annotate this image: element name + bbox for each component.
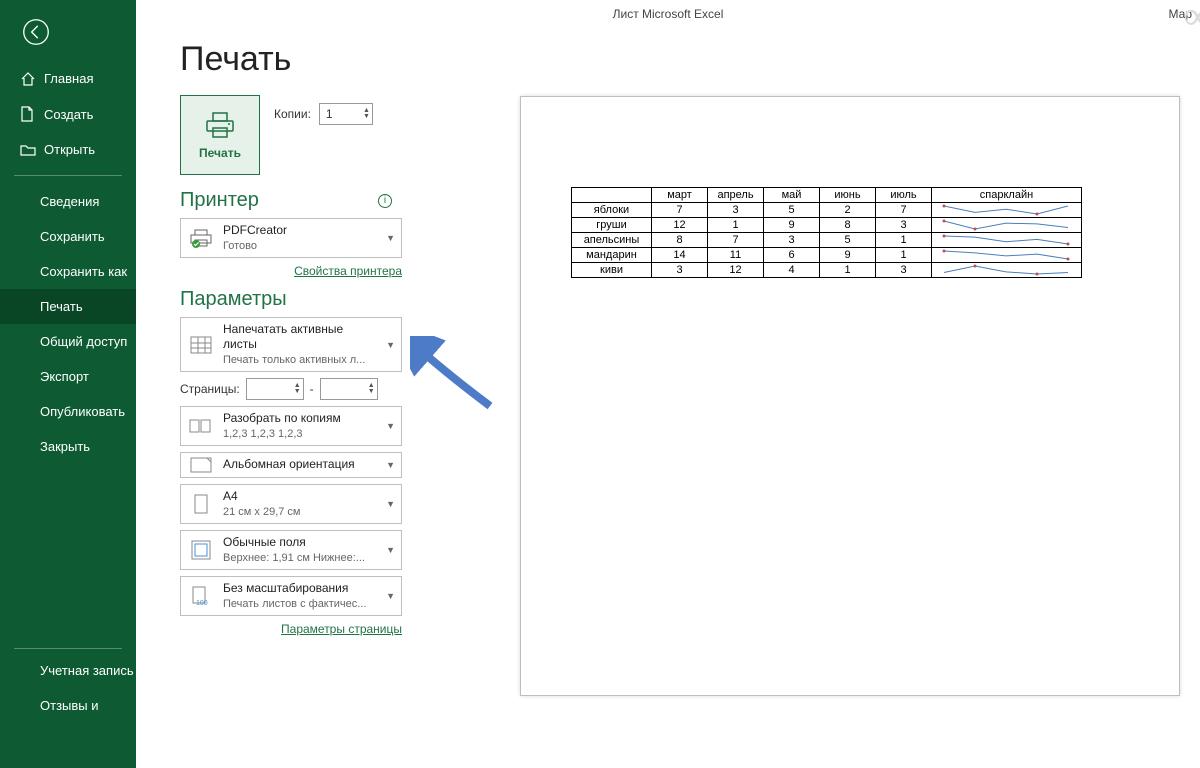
margins-icon: [187, 540, 215, 560]
margins-dropdown[interactable]: Обычные поля Верхнее: 1,91 см Нижнее:...…: [180, 530, 402, 570]
home-icon: [20, 72, 36, 86]
spinner-icon[interactable]: ▲▼: [294, 383, 301, 395]
pages-from-input[interactable]: ▲▼: [246, 378, 304, 400]
preview-table: мартапрельмайиюньиюльспарклайн яблоки735…: [571, 187, 1082, 278]
spinner-icon[interactable]: ▲▼: [368, 383, 375, 395]
sidebar-item[interactable]: Сохранить как: [0, 254, 136, 289]
chevron-down-icon: ▼: [386, 340, 395, 350]
annotation-arrow: [410, 336, 500, 421]
back-button[interactable]: [0, 0, 136, 61]
sidebar-item[interactable]: Сведения: [0, 184, 136, 219]
print-button[interactable]: Печать: [180, 95, 260, 175]
scaling-icon: 100: [187, 586, 215, 606]
pages-to-input[interactable]: ▲▼: [320, 378, 378, 400]
printer-dropdown[interactable]: PDFCreator Готово ▼: [180, 218, 402, 258]
back-arrow-icon: [22, 18, 50, 46]
doc-icon: [20, 106, 36, 122]
printer-icon: [203, 110, 237, 140]
backstage-sidebar: ГлавнаяСоздатьОткрыть СведенияСохранитьС…: [0, 0, 136, 768]
chevron-down-icon: ▼: [386, 499, 395, 509]
sheets-icon: [187, 335, 215, 355]
chevron-down-icon: ▼: [386, 421, 395, 431]
pages-label: Страницы:: [180, 382, 240, 396]
sidebar-item[interactable]: Учетная запись: [0, 653, 136, 688]
sidebar-separator: [14, 648, 122, 649]
page-setup-link[interactable]: Параметры страницы: [281, 622, 402, 636]
sidebar-item[interactable]: Закрыть: [0, 429, 136, 464]
sidebar-item-doc[interactable]: Создать: [0, 96, 136, 132]
folder-icon: [20, 144, 36, 156]
print-preview: мартапрельмайиюньиюльспарклайн яблоки735…: [520, 96, 1180, 696]
page-title: Печать: [136, 0, 1200, 95]
print-button-label: Печать: [199, 146, 241, 160]
copies-input[interactable]: 1 ▲▼: [319, 103, 373, 125]
sidebar-item-home[interactable]: Главная: [0, 61, 136, 96]
printer-section-title: Принтер i: [180, 189, 416, 212]
scaling-dropdown[interactable]: 100 Без масштабирования Печать листов с …: [180, 576, 402, 616]
chevron-down-icon: ▼: [386, 460, 395, 470]
collate-icon: [187, 418, 215, 434]
chevron-down-icon: ▼: [386, 545, 395, 555]
collate-dropdown[interactable]: Разобрать по копиям 1,2,3 1,2,3 1,2,3 ▼: [180, 406, 402, 446]
page-icon: [187, 494, 215, 514]
print-scope-dropdown[interactable]: Напечатать активные листы Печать только …: [180, 317, 402, 372]
sidebar-item[interactable]: Отзывы и: [0, 688, 136, 723]
sidebar-item[interactable]: Печать: [0, 289, 136, 324]
sidebar-separator: [14, 175, 122, 176]
sidebar-item[interactable]: Сохранить: [0, 219, 136, 254]
params-section-title: Параметры: [180, 288, 416, 311]
sidebar-item[interactable]: Общий доступ: [0, 324, 136, 359]
paper-size-dropdown[interactable]: A4 21 см x 29,7 см ▼: [180, 484, 402, 524]
orientation-dropdown[interactable]: Альбомная ориентация ▼: [180, 452, 402, 478]
printer-properties-link[interactable]: Свойства принтера: [294, 264, 402, 278]
sidebar-item-folder[interactable]: Открыть: [0, 132, 136, 167]
spinner-icon[interactable]: ▲▼: [363, 108, 370, 120]
copies-label: Копии:: [274, 107, 311, 121]
chevron-down-icon: ▼: [386, 233, 395, 243]
info-icon[interactable]: i: [378, 194, 392, 208]
chevron-down-icon: ▼: [386, 591, 395, 601]
sidebar-item[interactable]: Опубликовать: [0, 394, 136, 429]
printer-status-icon: [187, 228, 215, 248]
landscape-icon: [187, 457, 215, 473]
svg-text:100: 100: [196, 600, 208, 606]
sidebar-item[interactable]: Экспорт: [0, 359, 136, 394]
